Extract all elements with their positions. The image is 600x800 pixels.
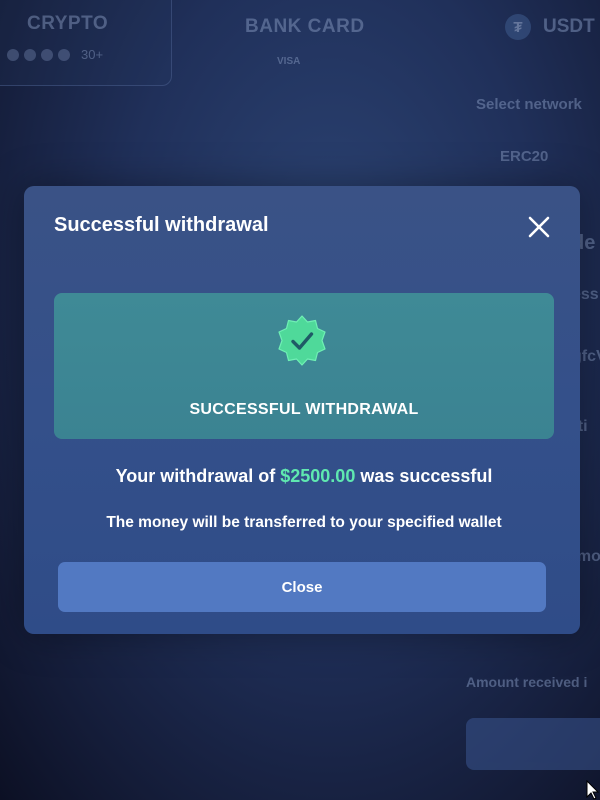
close-button[interactable]: Close (58, 562, 546, 612)
withdrawal-message: Your withdrawal of $2500.00 was successf… (54, 466, 554, 487)
modal-title: Successful withdrawal (54, 214, 269, 236)
close-icon[interactable] (524, 212, 554, 242)
payment-method-crypto-label: CRYPTO (27, 13, 109, 34)
withdrawal-success-modal: Successful withdrawal SUCCESSFUL WITHDRA… (24, 186, 580, 634)
visa-logo: VISA (277, 56, 301, 67)
payment-method-crypto[interactable]: CRYPTO 30+ (0, 0, 172, 86)
message-prefix: Your withdrawal of (115, 466, 281, 486)
network-value[interactable]: ERC20 (500, 148, 548, 165)
coin-count: 30+ (81, 47, 104, 62)
payment-method-bank-card[interactable]: BANK CARD VISA (205, 6, 405, 76)
coin-icon (7, 48, 19, 61)
currency-label: USDT (543, 16, 595, 37)
mouse-cursor-icon (586, 780, 600, 800)
coin-icon (58, 48, 70, 61)
tether-icon: ₮ (505, 14, 531, 40)
withdrawal-amount: $2500.00 (280, 466, 356, 486)
success-banner: SUCCESSFUL WITHDRAWAL (54, 293, 554, 439)
select-network-label: Select network (476, 96, 582, 113)
success-heading: SUCCESSFUL WITHDRAWAL (189, 401, 419, 418)
amount-received-label: Amount received i (466, 674, 588, 690)
payment-method-bank-card-label: BANK CARD (245, 16, 365, 37)
message-suffix: was successful (355, 466, 493, 486)
currency-selector[interactable]: ₮ USDT (505, 14, 595, 40)
transfer-info: The money will be transferred to your sp… (106, 514, 502, 531)
coin-icon (41, 48, 53, 61)
crypto-coins-row: 30+ (7, 47, 103, 62)
verified-badge-check-icon (278, 315, 326, 366)
withdraw-button[interactable] (466, 718, 600, 770)
coin-icon (24, 48, 36, 61)
